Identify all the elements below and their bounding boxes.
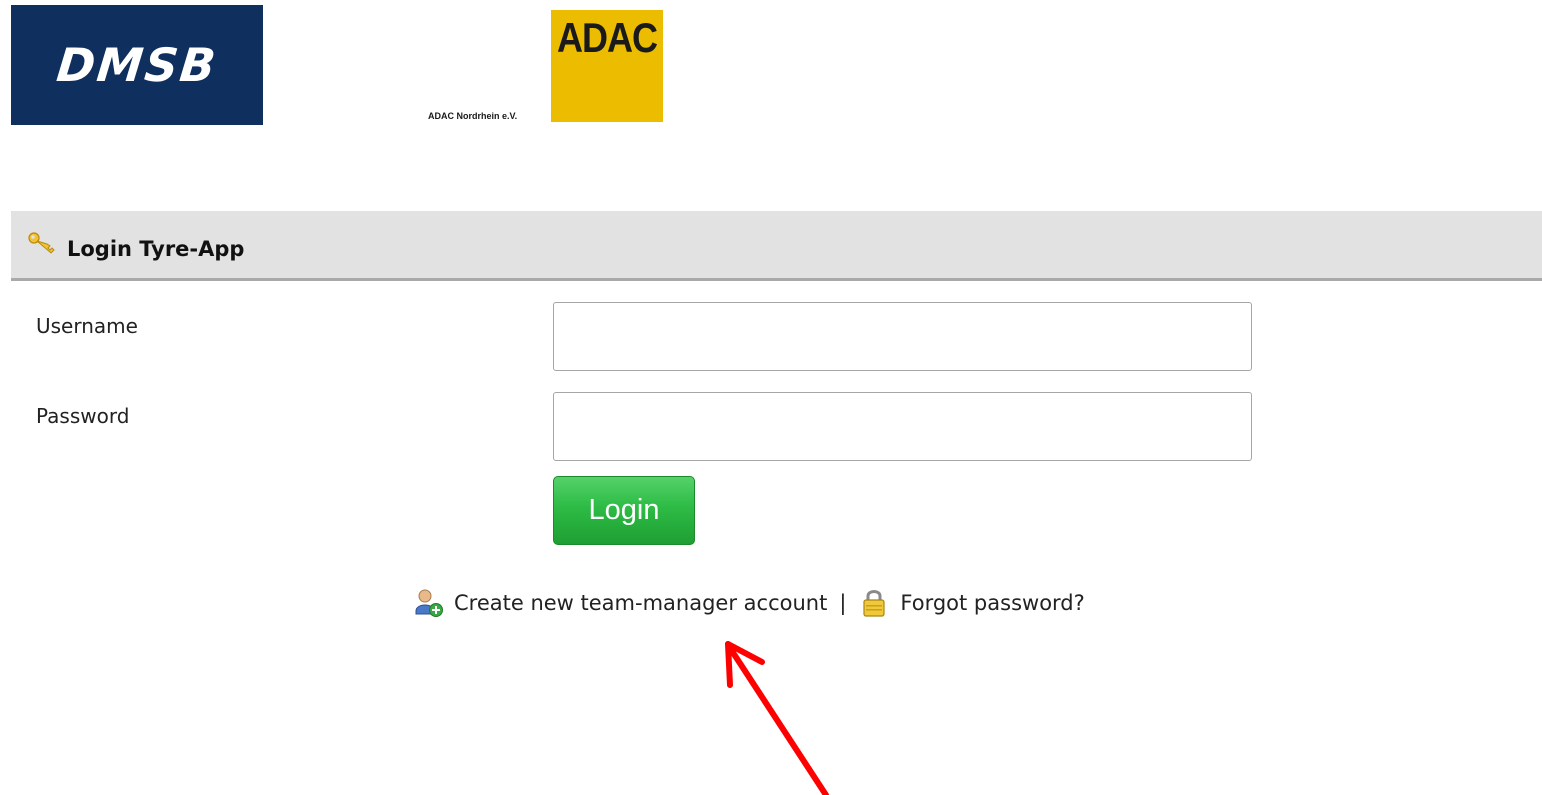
annotation-arrow-icon — [725, 641, 829, 795]
adac-logo-text: ADAC — [557, 14, 658, 62]
dmsb-logo: DMSB — [11, 5, 263, 125]
login-button[interactable]: Login — [553, 476, 695, 545]
link-separator: | — [839, 591, 847, 615]
padlock-icon — [863, 590, 886, 617]
account-links: Create new team-manager account | Forgot… — [412, 583, 1085, 623]
panel-title: Login Tyre-App — [67, 237, 245, 261]
username-input[interactable] — [553, 302, 1252, 371]
login-panel-header: Login Tyre-App — [11, 211, 1542, 281]
create-account-link[interactable]: Create new team-manager account — [454, 591, 827, 615]
login-page: DMSB ADAC Nordrhein e.V. ADAC Login Tyre… — [0, 0, 1542, 795]
adac-logo: ADAC — [551, 10, 663, 122]
key-icon — [28, 232, 55, 254]
adac-logo-subtitle: ADAC Nordrhein e.V. — [428, 111, 518, 121]
username-label: Username — [36, 314, 138, 338]
password-label: Password — [36, 404, 130, 428]
forgot-password-link[interactable]: Forgot password? — [900, 591, 1084, 615]
password-input[interactable] — [553, 392, 1252, 461]
add-user-icon — [415, 589, 443, 617]
dmsb-logo-text: DMSB — [54, 38, 220, 92]
